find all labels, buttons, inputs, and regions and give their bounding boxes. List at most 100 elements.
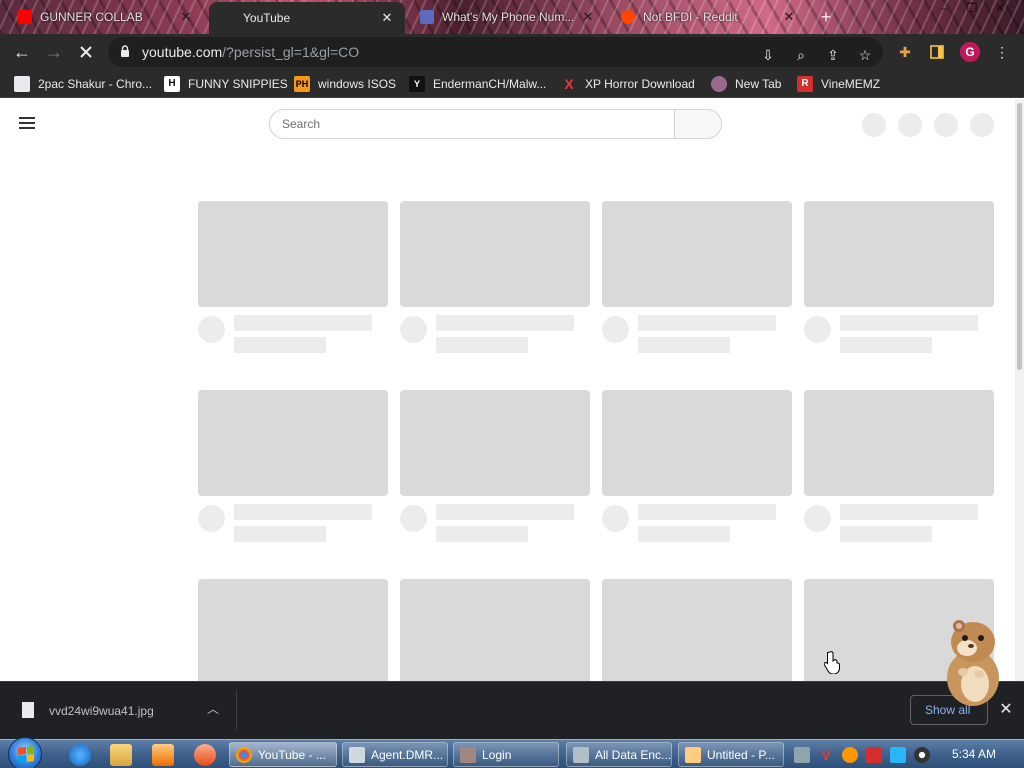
extensions-puzzle-icon[interactable]: ✚ [893,40,917,64]
tab-title: Not BFDI - Reddit [643,10,738,24]
channel-avatar-placeholder[interactable] [400,505,427,532]
file-explorer-icon[interactable] [110,744,132,766]
internet-explorer-icon[interactable] [69,744,91,766]
taskbar-item-login[interactable]: Login [453,742,559,767]
bookmark-site-icon [14,76,30,92]
close-window-button[interactable]: ✕ [986,0,1014,18]
bookmark-star-icon[interactable]: ☆ [853,43,877,67]
tab-youtube[interactable]: YouTube ✕ [209,2,405,34]
video-card-placeholder[interactable] [602,390,792,542]
video-card-placeholder[interactable] [400,390,590,542]
thumbnail-placeholder[interactable] [602,579,792,681]
download-bar: vvd24wi9wua41.jpg ︿ Show all ✕ [0,681,1024,739]
new-tab-button[interactable]: + [812,3,840,31]
reddit-favicon-icon [621,10,635,24]
restore-button[interactable]: ❐ [958,0,986,18]
taskbar-item-youtube[interactable]: YouTube - ... [229,742,337,767]
page-scrollbar[interactable] [1015,99,1024,681]
tray-flag-icon[interactable] [866,747,882,763]
install-app-icon[interactable]: ⇩ [756,43,780,67]
zoom-icon[interactable]: ⌕ [789,43,813,67]
channel-avatar-placeholder[interactable] [804,505,831,532]
tab-reddit[interactable]: Not BFDI - Reddit ✕ [611,3,807,31]
title-placeholder [638,315,776,331]
taskbar-item-agent[interactable]: Agent.DMR... [342,742,448,767]
hamburger-menu-icon[interactable] [19,117,35,129]
taskbar-item-all-data[interactable]: All Data Enc... [566,742,672,767]
download-filename[interactable]: vvd24wi9wua41.jpg [49,704,154,718]
side-panel-icon[interactable] [925,40,949,64]
bookmark-label: 2pac Shakur - Chro... [38,77,153,91]
bookmark-windows-isos[interactable]: PH windows ISOS [294,75,396,93]
meta-placeholder [234,337,326,353]
bookmark-2pac[interactable]: 2pac Shakur - Chro... [14,75,152,93]
meta-placeholder [436,526,528,542]
task-label: Agent.DMR... [371,747,444,762]
minimize-button[interactable]: – [930,0,958,18]
tab-phone-number[interactable]: What's My Phone Num... ✕ [410,3,606,31]
start-button[interactable] [8,737,42,768]
thumbnail-placeholder[interactable] [804,201,994,307]
task-label: YouTube - ... [258,747,326,762]
chevron-up-icon[interactable]: ︿ [204,700,222,718]
url-path: /?persist_gl=1&gl=CO [222,44,360,60]
tray-search-icon[interactable] [842,747,858,763]
close-tab-icon[interactable]: ✕ [781,9,797,25]
video-card-placeholder[interactable] [400,579,590,681]
tab-gunner-collab[interactable]: GUNNER COLLAB ✕ [8,3,204,31]
tray-v-icon[interactable]: V [818,747,834,763]
search-button[interactable] [674,109,722,139]
thumbnail-placeholder[interactable] [400,201,590,307]
thumbnail-placeholder[interactable] [400,579,590,681]
tray-volume-icon[interactable] [914,747,930,763]
thumbnail-placeholder[interactable] [198,390,388,496]
share-icon[interactable]: ⇪ [821,43,845,67]
back-arrow-icon[interactable]: ← [10,40,34,64]
bookmark-vinememz[interactable]: R VineMEMZ [797,75,880,93]
video-card-placeholder[interactable] [400,201,590,353]
profile-avatar[interactable]: G [960,42,980,62]
video-card-placeholder[interactable] [198,390,388,542]
close-tab-icon[interactable]: ✕ [580,9,596,25]
bookmark-funny-snippies[interactable]: H FUNNY SNIPPIES [164,75,288,93]
video-card-placeholder[interactable] [198,201,388,353]
channel-avatar-placeholder[interactable] [602,505,629,532]
thumbnail-placeholder[interactable] [602,390,792,496]
title-placeholder [234,315,372,331]
address-bar[interactable]: youtube.com/?persist_gl=1&gl=CO ⇩ ⌕ ⇪ ☆ [108,37,883,67]
thumbnail-placeholder[interactable] [198,201,388,307]
meta-placeholder [234,526,326,542]
bookmark-new-tab[interactable]: New Tab [711,75,781,93]
channel-avatar-placeholder[interactable] [198,316,225,343]
taskbar-item-paint[interactable]: Untitled - P... [678,742,784,767]
video-card-placeholder[interactable] [602,201,792,353]
forward-arrow-icon[interactable]: → [42,40,66,64]
media-player-icon[interactable] [152,744,174,766]
thumbnail-placeholder[interactable] [804,390,994,496]
thumbnail-placeholder[interactable] [400,390,590,496]
bookmark-xp-horror[interactable]: X XP Horror Download [561,75,695,93]
search-input[interactable] [269,109,675,139]
video-card-placeholder[interactable] [804,390,994,542]
tray-monitor-icon[interactable] [890,747,906,763]
thumbnail-placeholder[interactable] [602,201,792,307]
video-card-placeholder[interactable] [602,579,792,681]
bookmark-endermanch[interactable]: Y EndermanCH/Malw... [409,75,546,93]
browser-menu-icon[interactable]: ⋮ [990,40,1014,64]
taskbar-clock[interactable]: 5:34 AM [952,747,996,761]
github-site-icon: Y [409,76,425,92]
stop-loading-icon[interactable] [74,40,98,64]
video-card-placeholder[interactable] [804,201,994,353]
close-tab-icon[interactable]: ✕ [178,9,194,25]
channel-avatar-placeholder[interactable] [198,505,225,532]
tray-app-icon[interactable] [794,747,810,763]
channel-avatar-placeholder[interactable] [602,316,629,343]
channel-avatar-placeholder[interactable] [400,316,427,343]
thumbnail-placeholder[interactable] [198,579,388,681]
app-launcher-icon[interactable] [194,744,216,766]
close-tab-icon[interactable]: ✕ [379,10,395,26]
channel-avatar-placeholder[interactable] [804,316,831,343]
video-card-placeholder[interactable] [198,579,388,681]
youtube-page [0,99,1024,681]
scrollbar-thumb[interactable] [1017,103,1022,370]
